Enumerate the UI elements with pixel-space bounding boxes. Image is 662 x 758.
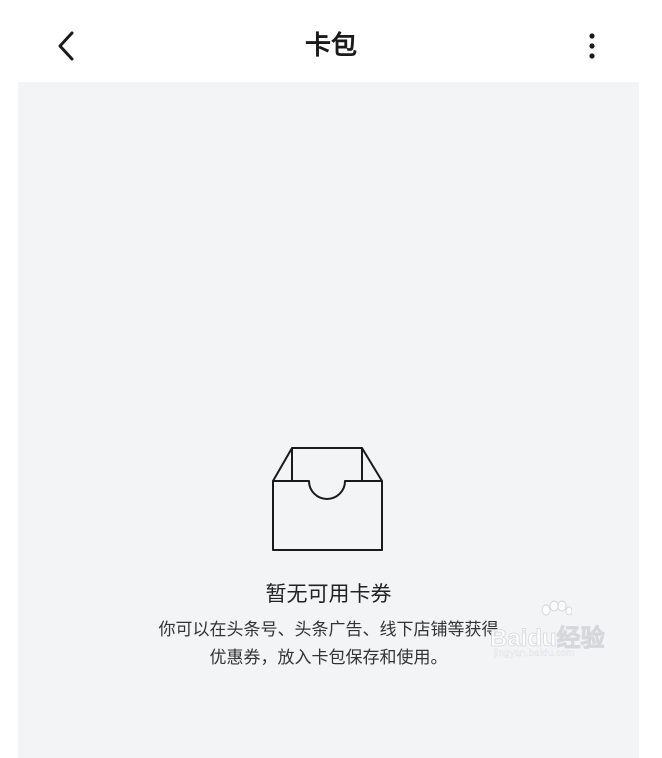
top-navigation-bar: 卡包: [0, 0, 662, 82]
empty-box-icon: [272, 446, 386, 552]
more-options-button[interactable]: [572, 24, 612, 72]
page-title: 卡包: [304, 31, 357, 61]
more-vertical-icon: [588, 32, 596, 64]
baidu-jingyan-watermark: Baidu经验 jingyan.baidu.com: [490, 600, 618, 666]
watermark-url: jingyan.baidu.com: [494, 648, 575, 659]
